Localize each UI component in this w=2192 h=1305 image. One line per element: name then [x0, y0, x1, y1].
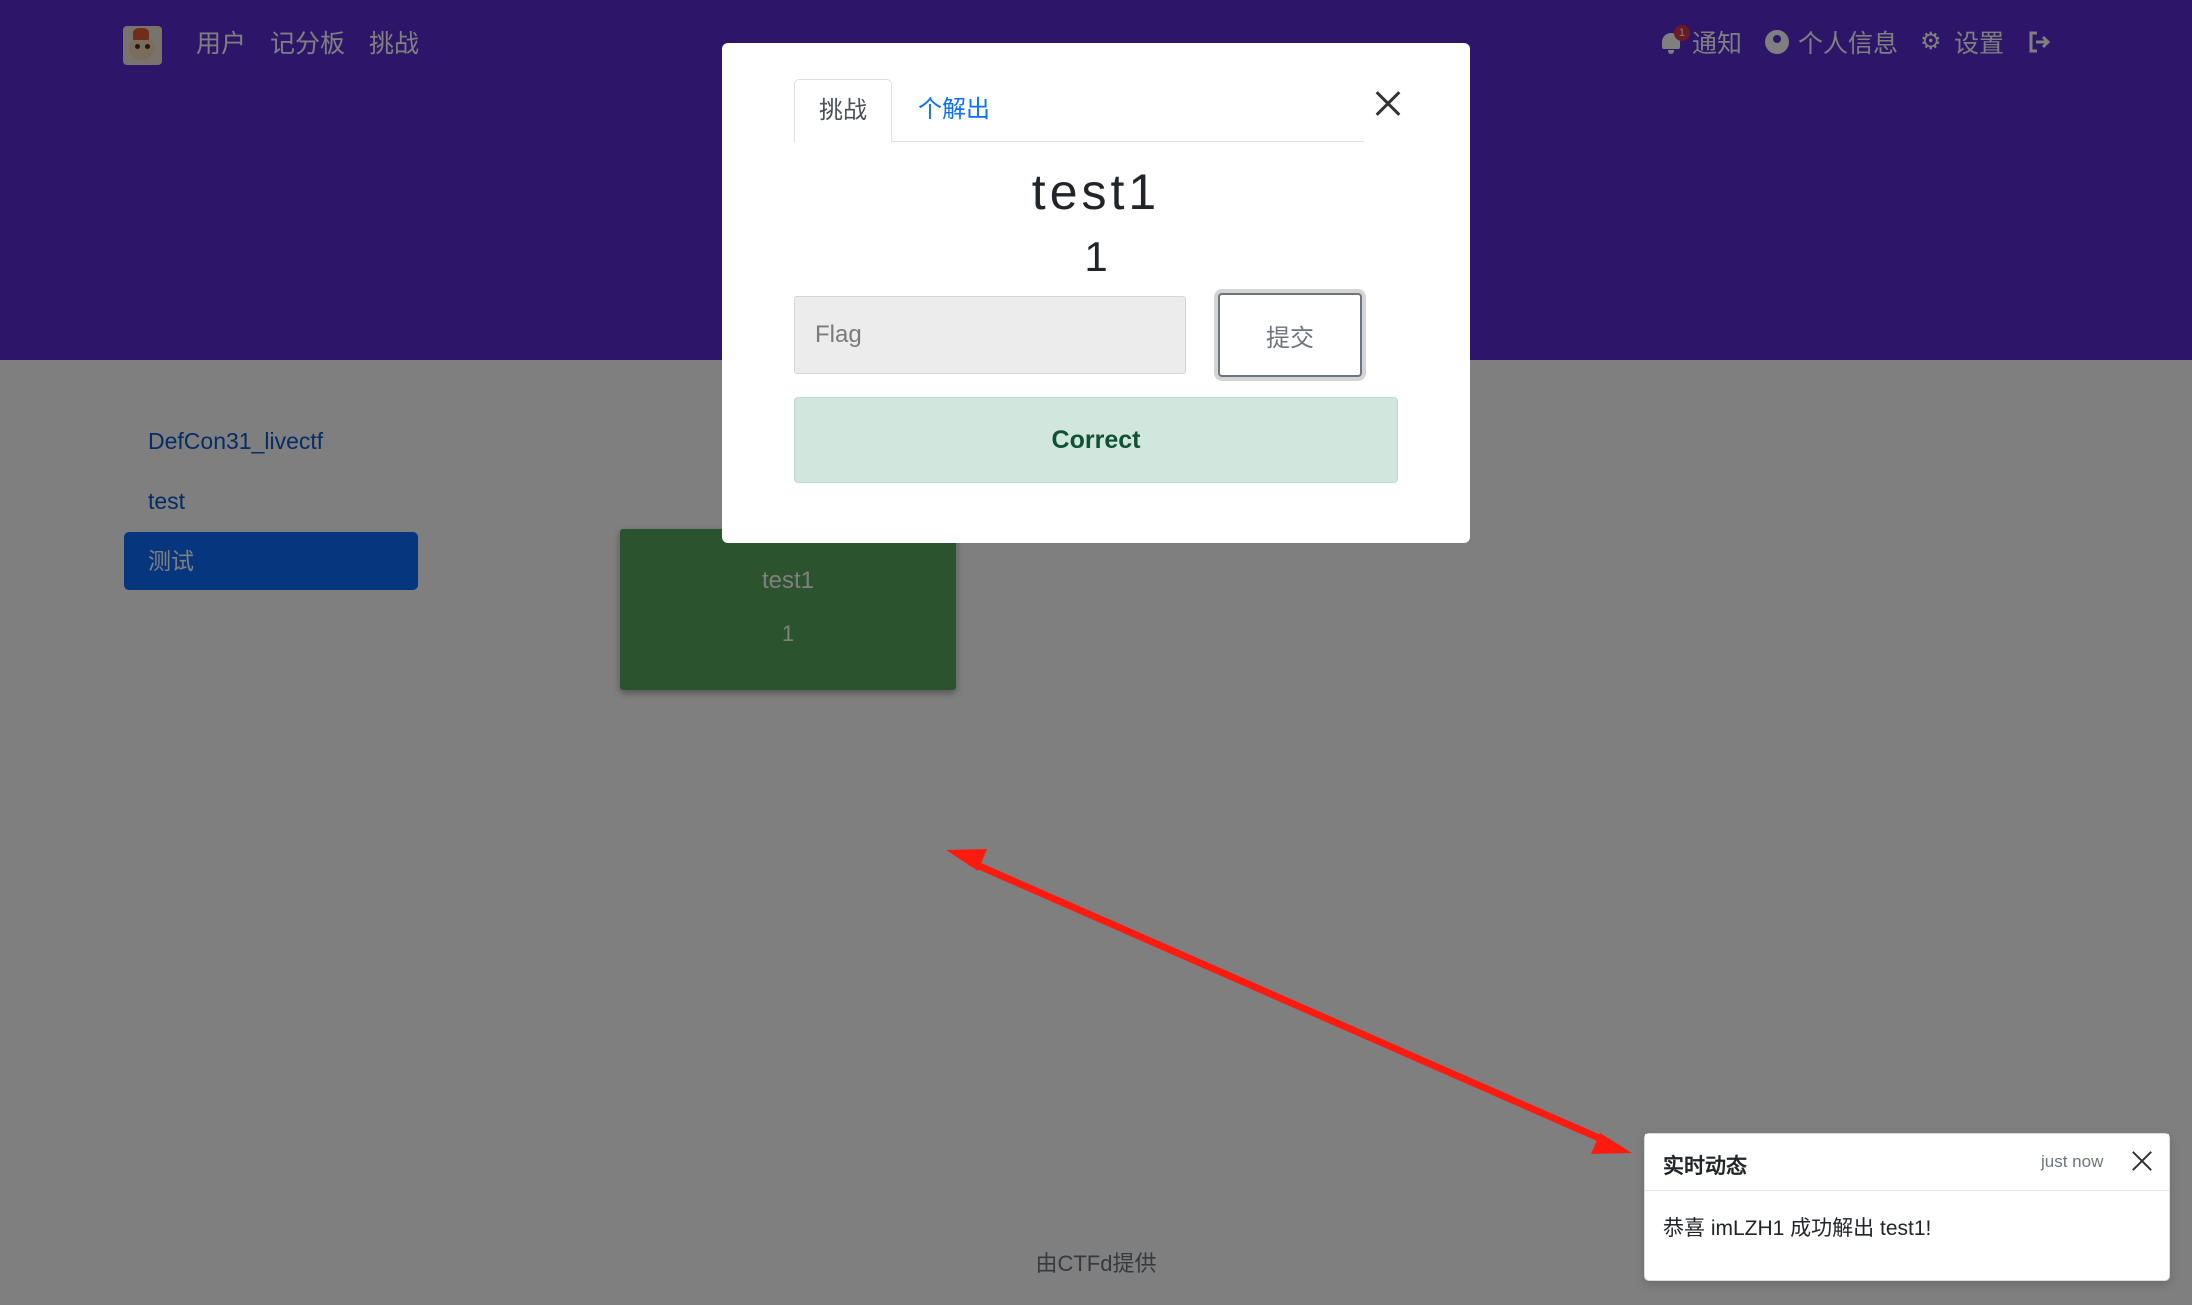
annotation-arrow — [946, 849, 1632, 1154]
